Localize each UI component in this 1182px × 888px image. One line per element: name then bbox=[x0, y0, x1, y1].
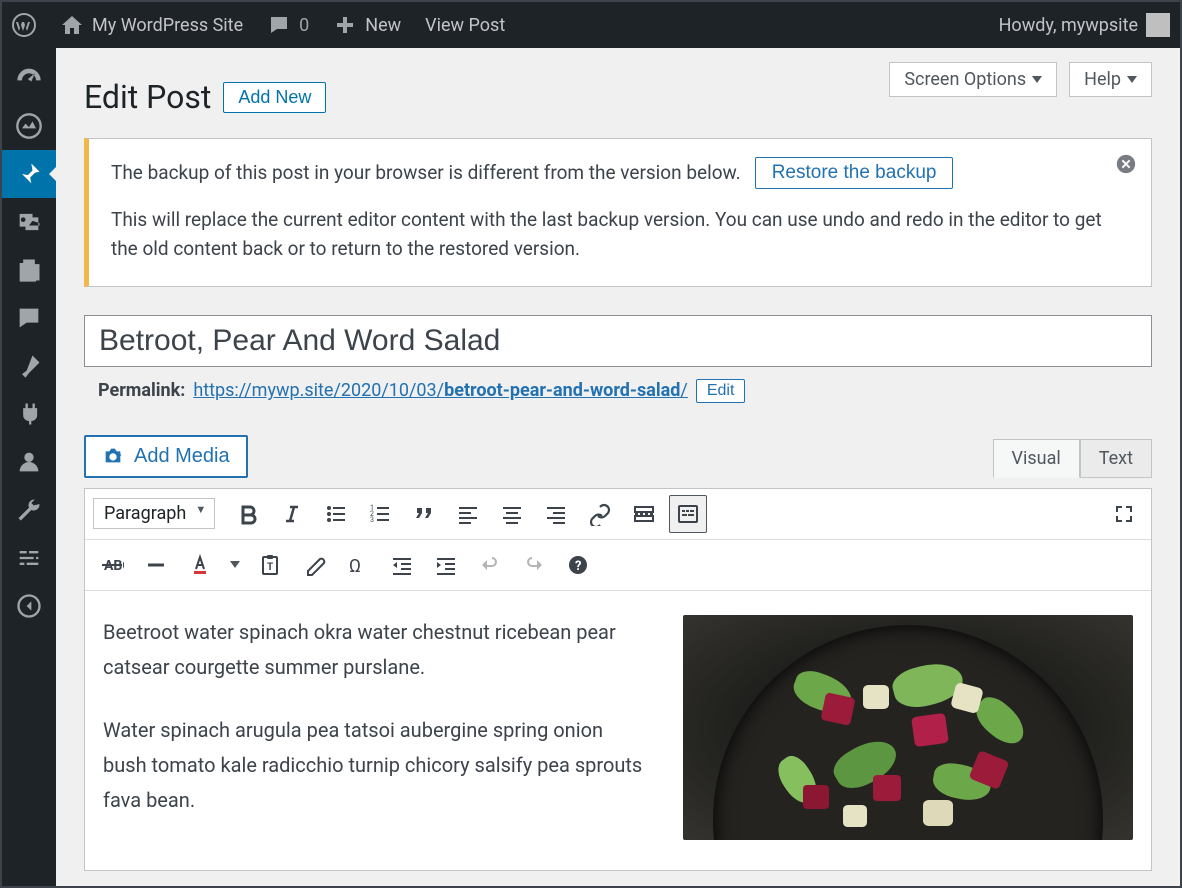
svg-text:Ω: Ω bbox=[349, 556, 361, 577]
svg-text:?: ? bbox=[575, 559, 581, 574]
italic-button[interactable] bbox=[273, 495, 311, 533]
svg-text:3: 3 bbox=[370, 516, 374, 524]
view-post-link[interactable]: View Post bbox=[425, 15, 505, 36]
content-area: Screen Options Help Edit Post Add New Th… bbox=[56, 48, 1180, 886]
page-title: Edit Post bbox=[84, 78, 211, 116]
howdy-text: Howdy, mywpsite bbox=[999, 15, 1138, 36]
new-label: New bbox=[365, 15, 401, 36]
help-toggle[interactable]: Help bbox=[1069, 62, 1152, 97]
collapse-icon bbox=[15, 592, 43, 620]
comments-link[interactable]: 0 bbox=[267, 13, 309, 37]
autosave-notice: The backup of this post in your browser … bbox=[84, 138, 1152, 287]
tab-visual[interactable]: Visual bbox=[993, 439, 1080, 478]
dashboard-icon bbox=[15, 64, 43, 92]
help-button[interactable]: ? bbox=[559, 546, 597, 584]
plug-icon bbox=[15, 400, 43, 428]
more-button[interactable] bbox=[625, 495, 663, 533]
site-link[interactable]: My WordPress Site bbox=[60, 13, 243, 37]
strikethrough-button[interactable]: ABC bbox=[93, 546, 131, 584]
undo-button[interactable] bbox=[471, 546, 509, 584]
plus-icon bbox=[333, 13, 357, 37]
menu-dashboard[interactable] bbox=[2, 54, 56, 102]
editor-canvas[interactable]: Beetroot water spinach okra water chestn… bbox=[85, 591, 1151, 870]
add-new-button[interactable]: Add New bbox=[223, 82, 326, 113]
bold-button[interactable] bbox=[229, 495, 267, 533]
align-center-button[interactable] bbox=[493, 495, 531, 533]
avatar bbox=[1146, 13, 1170, 37]
chevron-down-icon bbox=[1127, 76, 1137, 83]
fullscreen-button[interactable] bbox=[1105, 495, 1143, 533]
pin-icon bbox=[15, 160, 43, 188]
numbered-list-button[interactable]: 123 bbox=[361, 495, 399, 533]
permalink-row: Permalink: https://mywp.site/2020/10/03/… bbox=[98, 379, 1152, 403]
comment-count: 0 bbox=[299, 15, 309, 36]
chevron-down-icon bbox=[1032, 76, 1042, 83]
menu-posts[interactable] bbox=[2, 150, 56, 198]
screen-options-toggle[interactable]: Screen Options bbox=[889, 62, 1057, 97]
brush-icon bbox=[15, 352, 43, 380]
comments-icon bbox=[15, 304, 43, 332]
menu-settings[interactable] bbox=[2, 534, 56, 582]
redo-button[interactable] bbox=[515, 546, 553, 584]
format-select[interactable]: Paragraph bbox=[93, 498, 215, 529]
post-image[interactable] bbox=[683, 615, 1133, 840]
menu-comments[interactable] bbox=[2, 294, 56, 342]
special-char-button[interactable]: Ω bbox=[339, 546, 377, 584]
toolbar-toggle-button[interactable] bbox=[669, 495, 707, 533]
notice-text-2: This will replace the current editor con… bbox=[111, 205, 1129, 264]
sliders-icon bbox=[15, 544, 43, 572]
tab-text[interactable]: Text bbox=[1080, 439, 1152, 478]
menu-appearance[interactable] bbox=[2, 342, 56, 390]
close-icon bbox=[1115, 153, 1137, 175]
permalink-label: Permalink: bbox=[98, 380, 185, 401]
menu-tools[interactable] bbox=[2, 486, 56, 534]
text-color-dropdown[interactable] bbox=[225, 546, 245, 584]
editor: Paragraph 123 ABC T bbox=[84, 488, 1152, 871]
paste-text-button[interactable]: T bbox=[251, 546, 289, 584]
admin-menu bbox=[2, 48, 56, 886]
align-left-button[interactable] bbox=[449, 495, 487, 533]
notice-text-1: The backup of this post in your browser … bbox=[111, 158, 741, 187]
dismiss-notice[interactable] bbox=[1115, 153, 1137, 183]
content-paragraph: Beetroot water spinach okra water chestn… bbox=[103, 615, 647, 685]
outdent-button[interactable] bbox=[383, 546, 421, 584]
clear-format-button[interactable] bbox=[295, 546, 333, 584]
menu-users[interactable] bbox=[2, 438, 56, 486]
menu-media[interactable] bbox=[2, 198, 56, 246]
indent-button[interactable] bbox=[427, 546, 465, 584]
admin-bar: My WordPress Site 0 New View Post Howdy,… bbox=[2, 2, 1180, 48]
comment-icon bbox=[267, 13, 291, 37]
wp-logo[interactable] bbox=[12, 13, 36, 37]
new-content[interactable]: New bbox=[333, 13, 401, 37]
media-icon bbox=[15, 208, 43, 236]
menu-collapse[interactable] bbox=[2, 582, 56, 630]
menu-plugins[interactable] bbox=[2, 390, 56, 438]
text-color-button[interactable] bbox=[181, 546, 219, 584]
post-title-input[interactable] bbox=[84, 315, 1152, 367]
menu-matomo[interactable] bbox=[2, 102, 56, 150]
wrench-icon bbox=[15, 496, 43, 524]
bullet-list-button[interactable] bbox=[317, 495, 355, 533]
add-media-button[interactable]: Add Media bbox=[84, 435, 248, 478]
home-icon bbox=[60, 13, 84, 37]
toolbar-row-2: ABC T Ω ? bbox=[85, 540, 1151, 591]
svg-text:T: T bbox=[267, 562, 273, 573]
editor-tabs: Visual Text bbox=[993, 439, 1152, 478]
edit-permalink-button[interactable]: Edit bbox=[696, 379, 746, 403]
content-paragraph: Water spinach arugula pea tatsoi aubergi… bbox=[103, 713, 647, 818]
link-button[interactable] bbox=[581, 495, 619, 533]
pages-icon bbox=[15, 256, 43, 284]
permalink-link[interactable]: https://mywp.site/2020/10/03/betroot-pea… bbox=[193, 380, 688, 401]
align-right-button[interactable] bbox=[537, 495, 575, 533]
camera-icon bbox=[102, 445, 124, 467]
user-icon bbox=[15, 448, 43, 476]
my-account[interactable]: Howdy, mywpsite bbox=[999, 13, 1170, 37]
analytics-icon bbox=[15, 112, 43, 140]
blockquote-button[interactable] bbox=[405, 495, 443, 533]
restore-backup-button[interactable]: Restore the backup bbox=[755, 157, 954, 189]
menu-pages[interactable] bbox=[2, 246, 56, 294]
site-name: My WordPress Site bbox=[92, 15, 243, 36]
toolbar-row-1: Paragraph 123 bbox=[85, 489, 1151, 540]
hr-button[interactable] bbox=[137, 546, 175, 584]
